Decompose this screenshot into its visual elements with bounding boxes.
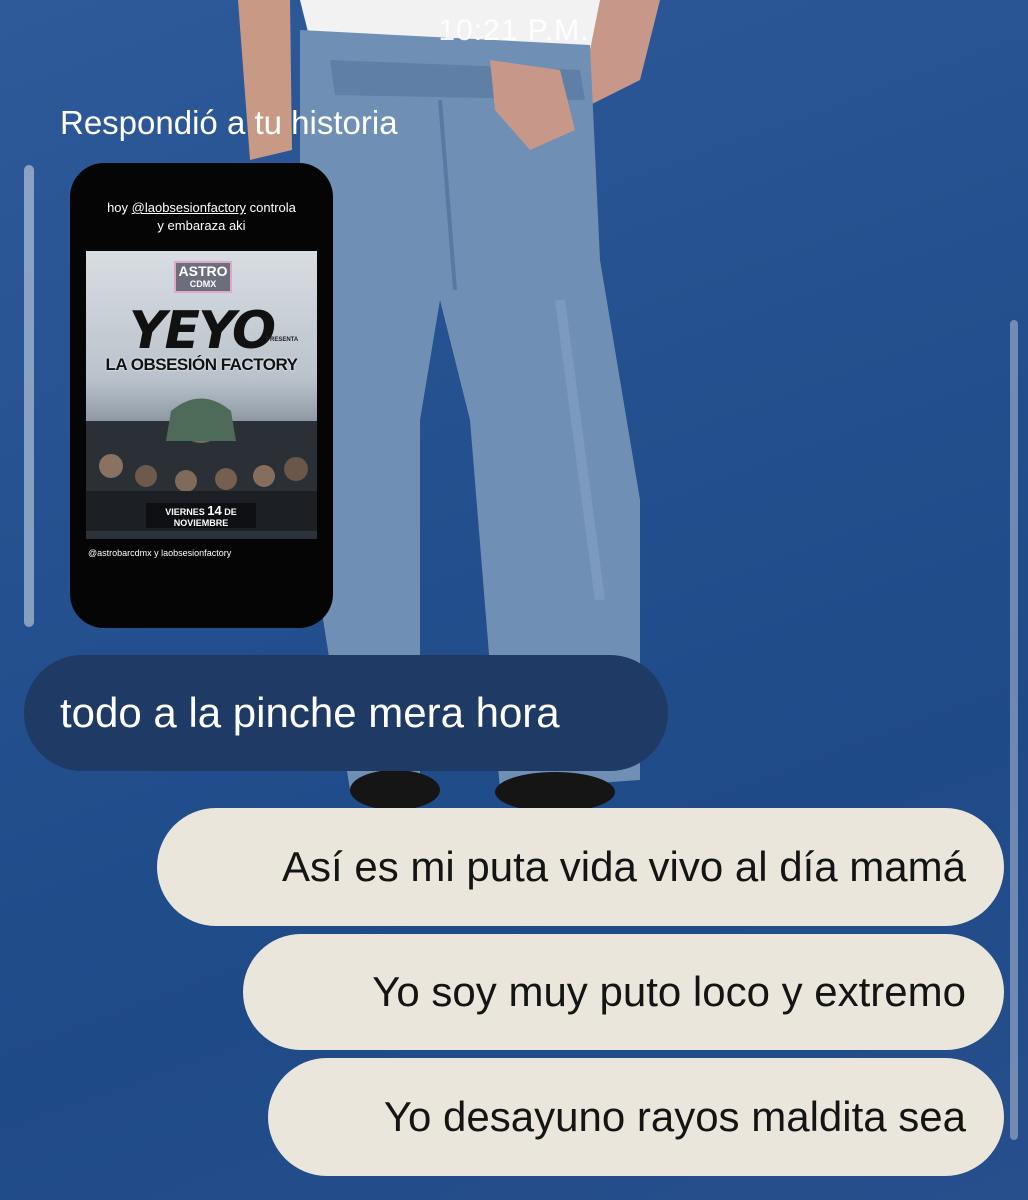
logo-bottom: CDMX: [189, 279, 217, 289]
message-text: Yo desayuno rayos maldita sea: [383, 1093, 966, 1140]
message-bubble-incoming[interactable]: todo a la pinche mera hora: [24, 655, 668, 771]
date-prefix: VIERNES: [165, 507, 205, 517]
story-preview[interactable]: hoy @laobsesionfactory controla y embara…: [70, 163, 333, 628]
status-time: 10:21 P.M.: [438, 14, 590, 47]
caption-mention: @laobsesionfactory: [131, 200, 247, 215]
poster-presenta: PRESENTA: [266, 337, 299, 343]
story-reply-label: Respondió a tu historia: [60, 104, 398, 141]
message-text: Yo soy muy puto loco y extremo: [372, 968, 966, 1015]
story-caption: hoy @laobsesionfactory controla y embara…: [70, 199, 333, 235]
date-day: 14: [207, 503, 222, 518]
logo-top: ASTRO: [178, 263, 228, 279]
caption-suffix: controla: [246, 200, 296, 215]
event-poster-image: ASTRO CDMX YEYO PRESENTA LA OBSESIÓN FAC…: [86, 251, 317, 539]
message-text: todo a la pinche mera hora: [60, 689, 560, 736]
poster-title: YEYO: [128, 301, 276, 361]
poster-date: VIERNES 14 DE NOVIEMBRE: [146, 503, 256, 528]
caption-prefix: hoy: [107, 200, 132, 215]
caption-line2: y embaraza aki: [157, 218, 246, 233]
message-bubble-outgoing[interactable]: Yo desayuno rayos maldita sea: [268, 1058, 1004, 1176]
message-bubble-outgoing[interactable]: Así es mi puta vida vivo al día mamá: [157, 808, 1004, 926]
message-bubble-outgoing[interactable]: Yo soy muy puto loco y extremo: [243, 934, 1004, 1050]
poster-subtitle: LA OBSESIÓN FACTORY: [105, 355, 298, 374]
story-footer: @astrobarcdmx y laobsesionfactory: [88, 548, 232, 558]
message-text: Así es mi puta vida vivo al día mamá: [282, 843, 966, 890]
scrollbar[interactable]: [1010, 320, 1018, 1140]
astro-logo: ASTRO CDMX: [174, 261, 232, 293]
reply-indicator-bar: [24, 165, 34, 627]
